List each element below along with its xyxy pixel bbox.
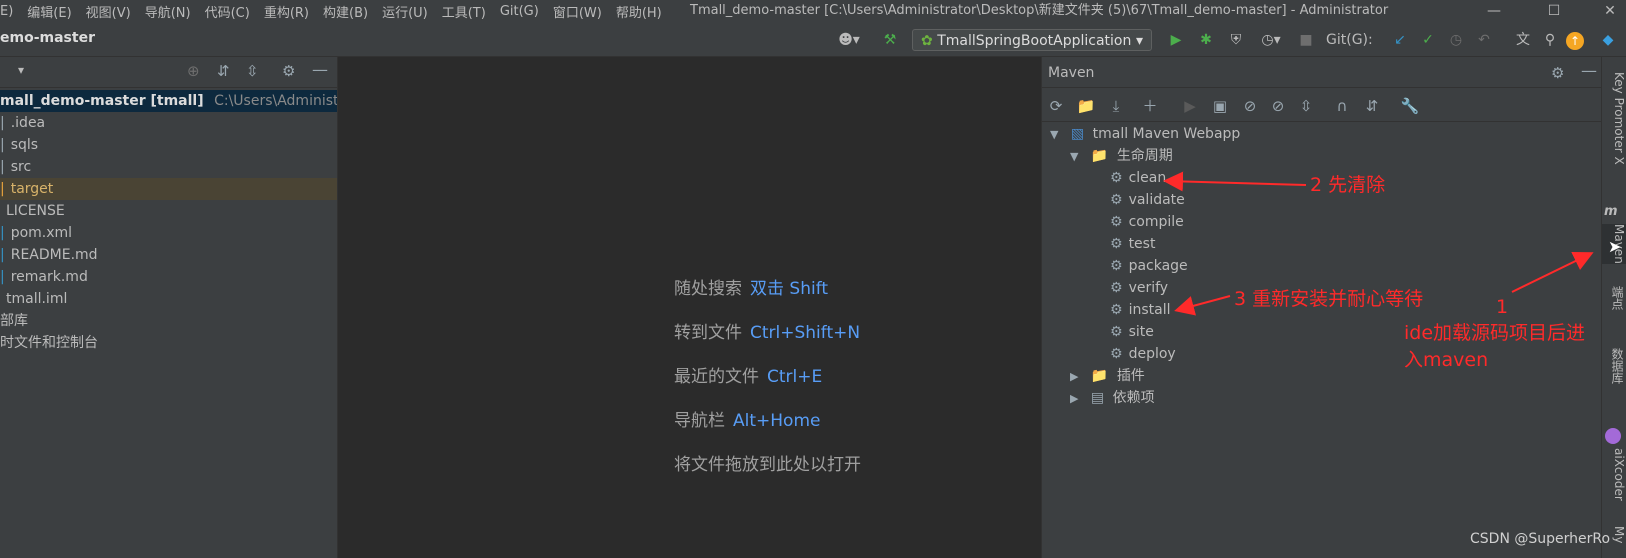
arrow-to-clean: [1163, 171, 1307, 192]
annotation-step-1-line2: 入maven: [1404, 349, 1489, 371]
annotation-step-3: 3 重新安装并耐心等待: [1234, 288, 1424, 310]
annotation-arrows: [1163, 171, 1594, 316]
stripe-tab-aixcoder[interactable]: aiXcoder: [1602, 448, 1626, 501]
stripe-tab-database[interactable]: 数据库: [1602, 348, 1626, 384]
aixcoder-icon: [1605, 428, 1621, 444]
mouse-cursor-icon: ➤: [1608, 237, 1622, 256]
watermark: CSDN @SuperherRo: [1470, 531, 1611, 547]
stripe-tab-endpoints[interactable]: 端点: [1602, 286, 1626, 310]
annotation-step-1-line1: ide加载源码项目后进: [1404, 322, 1586, 344]
annotation-step-2: 2 先清除: [1310, 174, 1386, 196]
maven-m-icon: m: [1604, 204, 1618, 219]
annotation-step-1-number: 1: [1496, 296, 1509, 318]
arrow-to-install: [1174, 295, 1231, 316]
stripe-tab-key-promoter[interactable]: Key Promoter X: [1602, 72, 1626, 165]
arrow-to-maven-tab: [1511, 252, 1594, 293]
